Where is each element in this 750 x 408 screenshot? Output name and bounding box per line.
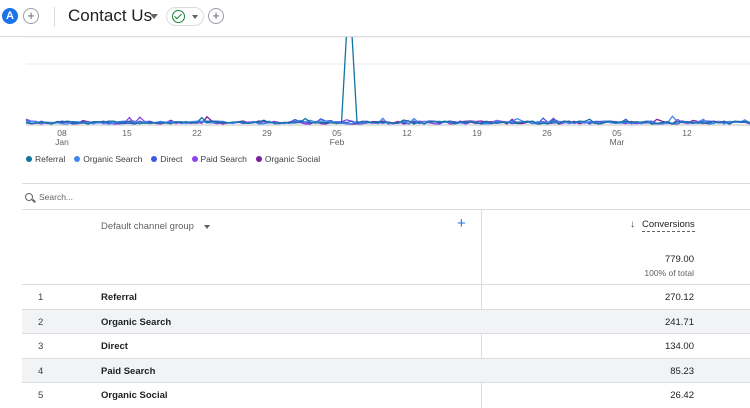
row-conversions: 85.23 bbox=[670, 365, 694, 377]
x-tick-label: 15 bbox=[122, 128, 132, 138]
add-comparison-button[interactable]: + bbox=[23, 8, 39, 24]
chevron-down-icon[interactable] bbox=[204, 225, 210, 229]
legend-dot-icon bbox=[255, 156, 262, 162]
avatar[interactable]: A bbox=[2, 8, 18, 24]
row-channel: Paid Search bbox=[101, 365, 156, 377]
dimension-selector[interactable]: Default channel group bbox=[101, 221, 194, 232]
row-conversions: 241.71 bbox=[664, 316, 694, 328]
legend-dot-icon bbox=[26, 156, 32, 162]
row-conversions: 134.00 bbox=[664, 341, 694, 353]
row-channel: Organic Social bbox=[101, 390, 168, 402]
x-tick-label: 29 bbox=[262, 128, 272, 138]
add-dimension-button[interactable]: + bbox=[457, 215, 466, 232]
row-index: 2 bbox=[38, 316, 44, 328]
row-channel: Direct bbox=[101, 341, 128, 353]
legend-label: Direct bbox=[160, 154, 183, 164]
report-title: Contact Us bbox=[68, 6, 153, 25]
search-input[interactable] bbox=[39, 190, 439, 204]
line-chart: 08 Jan 15 22 29 05 Feb 12 19 26 05 Mar 12 bbox=[0, 37, 750, 150]
metric-total-percent: 100% of total bbox=[644, 268, 694, 278]
x-tick-label: 05 Mar bbox=[609, 128, 625, 147]
x-tick-label: 19 bbox=[472, 128, 482, 138]
legend-dot-icon bbox=[191, 156, 198, 162]
row-conversions: 270.12 bbox=[664, 292, 694, 303]
legend-label: Organic Search bbox=[83, 154, 143, 164]
row-conversions: 26.42 bbox=[670, 390, 694, 402]
row-index: 4 bbox=[38, 365, 44, 377]
legend-item[interactable]: Organic Social bbox=[255, 154, 321, 164]
report-toolbar: A + Contact Us + bbox=[0, 0, 750, 37]
legend-item[interactable]: Direct bbox=[151, 154, 183, 164]
table-row[interactable]: 2 Organic Search 241.71 bbox=[22, 308, 750, 334]
report-status-chip[interactable] bbox=[166, 7, 204, 26]
x-tick-label: 08 Jan bbox=[55, 128, 69, 147]
metric-column-header[interactable]: Conversions bbox=[642, 219, 695, 232]
row-index: 3 bbox=[38, 341, 44, 353]
chevron-down-icon[interactable] bbox=[150, 14, 158, 19]
row-index: 1 bbox=[38, 292, 44, 303]
legend-item[interactable]: Referral bbox=[26, 154, 65, 164]
legend-label: Paid Search bbox=[200, 154, 247, 164]
legend-label: Referral bbox=[35, 154, 66, 164]
table-body: 1 Referral 270.12 2 Organic Search 241.7… bbox=[22, 284, 750, 407]
check-circle-icon bbox=[172, 10, 185, 23]
legend-dot-icon bbox=[151, 156, 158, 162]
row-channel: Organic Search bbox=[101, 316, 172, 328]
table-row[interactable]: 5 Organic Social 26.42 bbox=[22, 382, 750, 407]
x-tick-label: 26 bbox=[542, 128, 552, 138]
legend-dot-icon bbox=[74, 156, 81, 162]
table-search bbox=[22, 183, 750, 210]
legend-item[interactable]: Organic Search bbox=[74, 154, 142, 164]
legend-item[interactable]: Paid Search bbox=[191, 154, 247, 164]
metric-total: 779.00 bbox=[664, 254, 694, 265]
chevron-down-icon bbox=[192, 15, 198, 19]
x-tick-label: 12 bbox=[682, 128, 692, 138]
table-header: Default channel group + ↓ Conversions 77… bbox=[22, 210, 750, 284]
x-tick-label: 22 bbox=[192, 128, 202, 138]
toolbar-divider bbox=[54, 7, 55, 27]
chart-legend: Referral Organic Search Direct Paid Search O… bbox=[26, 154, 320, 164]
table-row[interactable]: 4 Paid Search 85.23 bbox=[22, 357, 750, 383]
legend-label: Organic Social bbox=[264, 154, 321, 164]
x-tick-label: 05 Feb bbox=[329, 128, 345, 147]
add-filter-button[interactable]: + bbox=[208, 8, 224, 24]
series-line-referral bbox=[26, 37, 750, 125]
table-row[interactable]: 1 Referral 270.12 bbox=[22, 284, 750, 309]
x-tick-label: 12 bbox=[402, 128, 412, 138]
sort-descending-icon[interactable]: ↓ bbox=[630, 219, 635, 230]
table-row[interactable]: 3 Direct 134.00 bbox=[22, 333, 750, 358]
row-channel: Referral bbox=[101, 292, 137, 303]
search-icon bbox=[25, 193, 33, 201]
row-index: 5 bbox=[38, 390, 44, 402]
